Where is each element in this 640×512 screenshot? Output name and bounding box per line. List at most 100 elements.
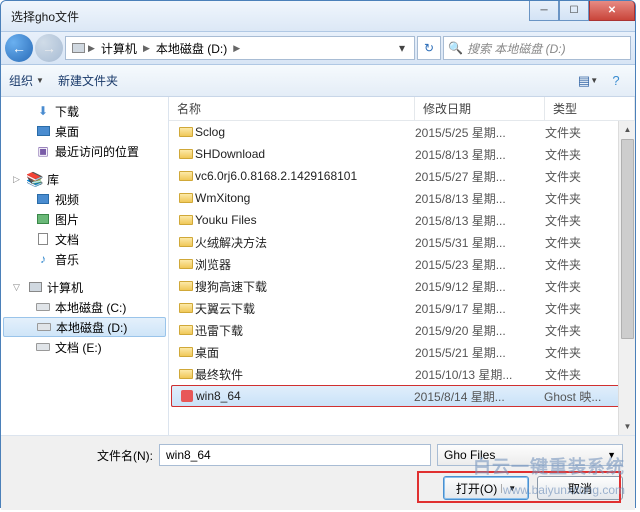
file-date: 2015/10/13 星期... [415, 366, 545, 383]
drive-icon [36, 320, 52, 334]
scrollbar-thumb[interactable] [621, 139, 634, 339]
library-icon: 📚 [27, 172, 43, 186]
sidebar-item-desktop[interactable]: 桌面 [1, 121, 168, 141]
body-area: ⬇下载 桌面 ▣最近访问的位置 ▷📚库 视频 图片 文档 ♪音乐 ▽计算机 本地… [1, 97, 635, 435]
file-row[interactable]: 迅雷下载2015/9/20 星期...文件夹 [169, 319, 635, 341]
file-row[interactable]: vc6.0rj6.0.8168.2.14291681012015/5/27 星期… [169, 165, 635, 187]
expander-icon[interactable]: ▽ [13, 282, 23, 293]
search-placeholder: 搜索 本地磁盘 (D:) [467, 40, 566, 57]
file-row[interactable]: Youku Files2015/8/13 星期...文件夹 [169, 209, 635, 231]
sidebar-item-recent[interactable]: ▣最近访问的位置 [1, 141, 168, 161]
file-row[interactable]: 火绒解决方法2015/5/31 星期...文件夹 [169, 231, 635, 253]
view-options-button[interactable]: ▤ ▼ [577, 71, 599, 91]
file-type: 文件夹 [545, 212, 581, 229]
organize-menu[interactable]: 组织 ▼ [9, 72, 44, 89]
file-row[interactable]: 桌面2015/5/21 星期...文件夹 [169, 341, 635, 363]
file-list-area: 名称 修改日期 类型 Sclog2015/5/25 星期...文件夹SHDown… [169, 97, 635, 435]
desktop-icon [35, 124, 51, 138]
chevron-right-icon[interactable]: ▶ [88, 43, 95, 54]
search-input[interactable]: 🔍 搜索 本地磁盘 (D:) [443, 36, 631, 60]
file-row[interactable]: 最终软件2015/10/13 星期...文件夹 [169, 363, 635, 385]
file-date: 2015/9/20 星期... [415, 322, 545, 339]
file-type: 文件夹 [545, 234, 581, 251]
titlebar[interactable]: 选择gho文件 ─ ☐ ✕ [1, 1, 635, 31]
maximize-button[interactable]: ☐ [559, 1, 589, 21]
filename-input[interactable] [159, 444, 431, 466]
file-type: 文件夹 [545, 124, 581, 141]
breadcrumb-segment[interactable]: 本地磁盘 (D:) [152, 40, 231, 57]
column-header-type[interactable]: 类型 [545, 97, 635, 120]
breadcrumb-segment[interactable]: 计算机 [97, 40, 141, 57]
search-icon: 🔍 [448, 41, 463, 55]
sidebar-group-libraries[interactable]: ▷📚库 [1, 169, 168, 189]
file-date: 2015/9/12 星期... [415, 278, 545, 295]
file-name: 桌面 [195, 344, 415, 361]
expander-icon[interactable]: ▷ [13, 174, 23, 185]
picture-icon [35, 212, 51, 226]
file-type: 文件夹 [545, 168, 581, 185]
help-button[interactable]: ? [605, 71, 627, 91]
file-name: vc6.0rj6.0.8168.2.1429168101 [195, 169, 415, 183]
column-header-date[interactable]: 修改日期 [415, 97, 545, 120]
file-row[interactable]: 天翼云下载2015/9/17 星期...文件夹 [169, 297, 635, 319]
file-type: 文件夹 [545, 278, 581, 295]
breadcrumb[interactable]: ▶ 计算机 ▶ 本地磁盘 (D:) ▶ ▾ [65, 36, 415, 60]
file-type: 文件夹 [545, 322, 581, 339]
file-name: WmXitong [195, 191, 415, 205]
file-list[interactable]: Sclog2015/5/25 星期...文件夹SHDownload2015/8/… [169, 121, 635, 435]
file-name: 迅雷下载 [195, 322, 415, 339]
file-row[interactable]: 搜狗高速下载2015/9/12 星期...文件夹 [169, 275, 635, 297]
folder-icon [177, 237, 195, 247]
file-date: 2015/8/13 星期... [415, 190, 545, 207]
back-button[interactable]: ← [5, 34, 33, 62]
watermark-url: www.baiyunxitong.com [503, 483, 625, 497]
file-date: 2015/8/13 星期... [415, 212, 545, 229]
scrollbar-vertical[interactable]: ▲ ▼ [618, 121, 635, 435]
folder-icon [177, 193, 195, 203]
sidebar-item-music[interactable]: ♪音乐 [1, 249, 168, 269]
scroll-down-arrow[interactable]: ▼ [619, 418, 635, 435]
close-button[interactable]: ✕ [589, 1, 635, 21]
file-name: SHDownload [195, 147, 415, 161]
recent-icon: ▣ [35, 144, 51, 158]
sidebar-group-computer[interactable]: ▽计算机 [1, 277, 168, 297]
computer-icon [70, 41, 86, 55]
filename-label: 文件名(N): [13, 447, 153, 464]
folder-icon [177, 303, 195, 313]
document-icon [35, 232, 51, 246]
drive-icon [35, 340, 51, 354]
file-row[interactable]: win8_642015/8/14 星期...Ghost 映... [171, 385, 633, 407]
folder-icon [177, 347, 195, 357]
sidebar: ⬇下载 桌面 ▣最近访问的位置 ▷📚库 视频 图片 文档 ♪音乐 ▽计算机 本地… [1, 97, 169, 435]
toolbar: 组织 ▼ 新建文件夹 ▤ ▼ ? [1, 65, 635, 97]
sidebar-item-video[interactable]: 视频 [1, 189, 168, 209]
sidebar-item-drive-e[interactable]: 文档 (E:) [1, 337, 168, 357]
file-row[interactable]: Sclog2015/5/25 星期...文件夹 [169, 121, 635, 143]
file-name: 火绒解决方法 [195, 234, 415, 251]
sidebar-item-documents[interactable]: 文档 [1, 229, 168, 249]
new-folder-button[interactable]: 新建文件夹 [58, 72, 118, 89]
sidebar-item-drive-c[interactable]: 本地磁盘 (C:) [1, 297, 168, 317]
breadcrumb-dropdown[interactable]: ▾ [394, 41, 410, 55]
forward-button[interactable]: → [35, 34, 63, 62]
drive-icon [35, 300, 51, 314]
file-type: 文件夹 [545, 300, 581, 317]
refresh-button[interactable]: ↻ [417, 36, 441, 60]
sidebar-item-downloads[interactable]: ⬇下载 [1, 101, 168, 121]
file-date: 2015/8/14 星期... [414, 388, 544, 405]
file-row[interactable]: SHDownload2015/8/13 星期...文件夹 [169, 143, 635, 165]
sidebar-item-drive-d[interactable]: 本地磁盘 (D:) [3, 317, 166, 337]
file-row[interactable]: 浏览器2015/5/23 星期...文件夹 [169, 253, 635, 275]
file-date: 2015/8/13 星期... [415, 146, 545, 163]
column-header-name[interactable]: 名称 [169, 97, 415, 120]
video-icon [35, 192, 51, 206]
file-row[interactable]: WmXitong2015/8/13 星期...文件夹 [169, 187, 635, 209]
minimize-button[interactable]: ─ [529, 1, 559, 21]
ghost-file-icon [178, 390, 196, 402]
scroll-up-arrow[interactable]: ▲ [619, 121, 635, 138]
chevron-right-icon[interactable]: ▶ [233, 43, 240, 54]
chevron-right-icon[interactable]: ▶ [143, 43, 150, 54]
file-type: 文件夹 [545, 146, 581, 163]
sidebar-item-pictures[interactable]: 图片 [1, 209, 168, 229]
file-dialog-window: 选择gho文件 ─ ☐ ✕ ← → ▶ 计算机 ▶ 本地磁盘 (D:) ▶ ▾ … [0, 0, 636, 508]
